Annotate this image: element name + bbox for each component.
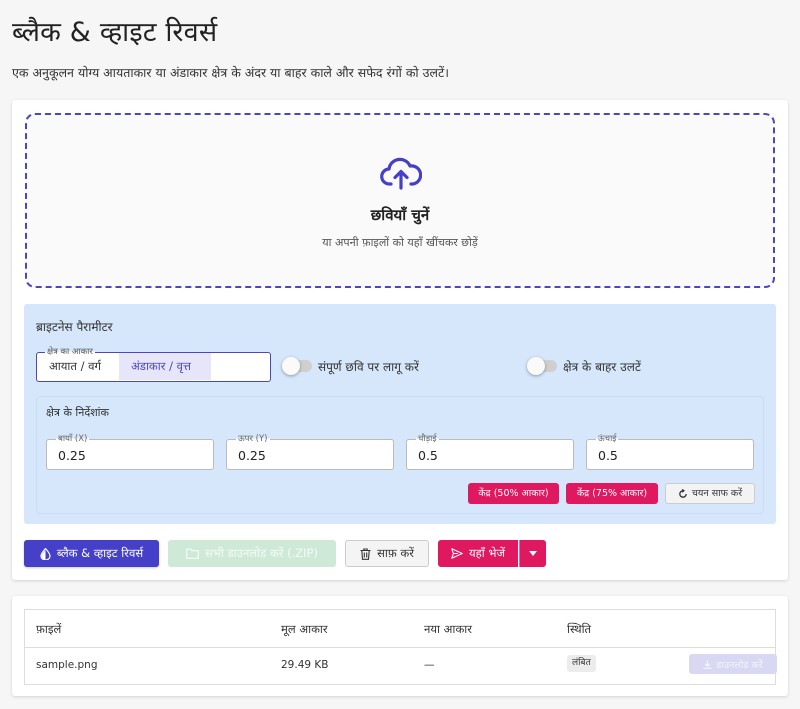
send-to-label: यहाँ भेजें	[468, 546, 506, 560]
dropzone-title: छवियाँ चुनें	[370, 206, 430, 224]
trash-icon	[360, 547, 371, 560]
height-label: ऊंचाई	[596, 433, 619, 444]
bw-reverse-button[interactable]: ब्लैक & व्हाइट रिवर्स	[24, 540, 159, 567]
status-badge: लंबित	[567, 655, 596, 672]
send-to-dropdown-button[interactable]	[519, 540, 546, 567]
left-x-label: बायाँ (X)	[56, 433, 90, 444]
cloud-upload-icon	[380, 157, 422, 190]
send-icon	[451, 548, 463, 559]
file-name-cell: sample.png	[36, 659, 98, 671]
toggle-track[interactable]	[527, 357, 557, 375]
page-subtitle: एक अनुकूलन योग्य आयताकार या अंडाकार क्षे…	[12, 65, 449, 80]
caret-down-icon	[529, 551, 537, 556]
files-table: फ़ाइलें मूल आकार नया आकार स्थिति sample.…	[24, 609, 777, 685]
dropzone-subtitle: या अपनी फ़ाइलों को यहाँ खींचकर छोड़ें	[322, 236, 478, 249]
shape-option-rectangle[interactable]: आयात / वर्ग	[37, 353, 119, 380]
download-all-zip-button[interactable]: सभी डाउनलोड करें (.ZIP)	[168, 540, 336, 567]
width-value[interactable]: 0.5	[418, 448, 438, 463]
col-header-status: स्थिति	[567, 622, 592, 636]
region-coords-box: क्षेत्र के निर्देशांक बायाँ (X) 0.25 ऊपर…	[36, 396, 764, 514]
reset-icon	[679, 488, 687, 498]
top-y-field[interactable]: ऊपर (Y) 0.25	[226, 433, 394, 470]
shape-selector: क्षेत्र का आकार आयात / वर्ग अंडाकार / वृ…	[36, 346, 271, 382]
params-title: ब्राइटनेस पैरामीटर	[36, 320, 113, 334]
table-divider	[25, 647, 775, 648]
image-dropzone[interactable]: छवियाँ चुनें या अपनी फ़ाइलों को यहाँ खीं…	[25, 113, 775, 288]
invert-outside-toggle[interactable]: क्षेत्र के बाहर उलटें	[527, 357, 641, 375]
page-title: ब्लैक & व्हाइट रिवर्स	[12, 17, 218, 48]
download-all-label: सभी डाउनलोड करें (.ZIP)	[205, 546, 318, 560]
toggle-knob[interactable]	[527, 357, 545, 375]
col-header-original-size: मूल आकार	[281, 622, 328, 636]
col-header-new-size: नया आकार	[424, 622, 472, 636]
apply-whole-image-label: संपूर्ण छवि पर लागू करें	[318, 359, 419, 374]
folder-icon	[186, 548, 199, 559]
center-75-button[interactable]: केंद्र (75% आकार)	[566, 483, 658, 504]
file-download-button[interactable]: डाउनलोड करें	[689, 654, 777, 674]
download-icon	[703, 660, 712, 669]
width-label: चौड़ाई	[416, 433, 439, 444]
clear-button[interactable]: साफ़ करें	[345, 540, 429, 567]
brightness-params-panel: ब्राइटनेस पैरामीटर क्षेत्र का आकार आयात …	[24, 304, 776, 524]
coords-title: क्षेत्र के निर्देशांक	[46, 406, 109, 419]
height-field[interactable]: ऊंचाई 0.5	[586, 433, 754, 470]
reset-selection-label: चयन साफ करें	[691, 488, 743, 499]
clear-label: साफ़ करें	[377, 546, 414, 560]
bw-reverse-label: ब्लैक & व्हाइट रिवर्स	[56, 546, 144, 560]
toggle-track[interactable]	[282, 357, 312, 375]
top-y-value[interactable]: 0.25	[238, 448, 266, 463]
left-x-value[interactable]: 0.25	[58, 448, 86, 463]
invert-outside-label: क्षेत्र के बाहर उलटें	[563, 359, 641, 374]
files-card: फ़ाइलें मूल आकार नया आकार स्थिति sample.…	[12, 596, 788, 696]
col-header-files: फ़ाइलें	[36, 622, 62, 636]
height-value[interactable]: 0.5	[598, 448, 618, 463]
top-y-label: ऊपर (Y)	[236, 433, 270, 444]
center-50-button[interactable]: केंद्र (50% आकार)	[468, 483, 559, 504]
reset-selection-button[interactable]: चयन साफ करें	[665, 483, 755, 504]
file-download-label: डाउनलोड करें	[716, 659, 763, 671]
contrast-drop-icon	[40, 547, 51, 560]
new-size-cell: —	[424, 659, 435, 671]
original-size-cell: 29.49 KB	[281, 659, 329, 671]
shape-option-ellipse[interactable]: अंडाकार / वृत्त	[119, 353, 211, 380]
left-x-field[interactable]: बायाँ (X) 0.25	[46, 433, 214, 470]
send-to-button[interactable]: यहाँ भेजें	[438, 540, 518, 567]
apply-whole-image-toggle[interactable]: संपूर्ण छवि पर लागू करें	[282, 357, 419, 375]
tool-card: छवियाँ चुनें या अपनी फ़ाइलों को यहाँ खीं…	[12, 100, 788, 580]
toggle-knob[interactable]	[282, 357, 300, 375]
width-field[interactable]: चौड़ाई 0.5	[406, 433, 574, 470]
